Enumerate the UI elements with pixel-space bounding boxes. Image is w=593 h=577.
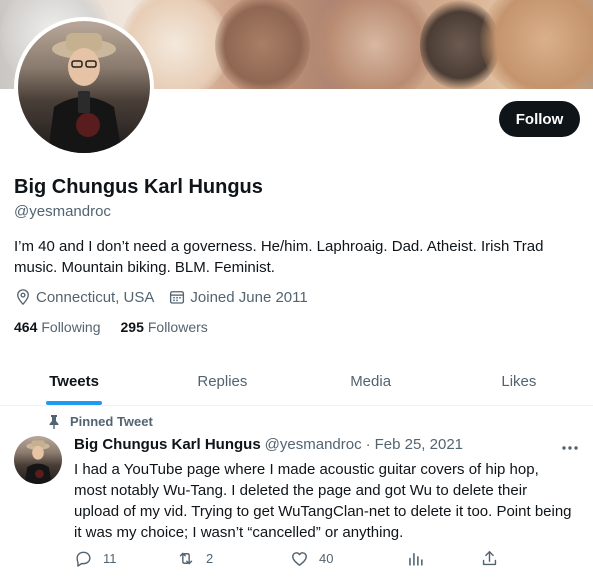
analytics-button[interactable] xyxy=(406,549,435,568)
following-label: Following xyxy=(41,319,101,335)
location-text: Connecticut, USA xyxy=(36,288,155,306)
like-count: 40 xyxy=(319,551,334,566)
active-tab-indicator xyxy=(46,401,103,405)
profile-avatar[interactable] xyxy=(14,17,154,157)
retweet-count: 2 xyxy=(206,551,214,566)
tweet-author-handle[interactable]: @yesmandroc xyxy=(265,436,362,453)
tab-media[interactable]: Media xyxy=(297,357,445,405)
tweet-actions: 11 2 40 xyxy=(74,549,574,571)
retweet-button[interactable]: 2 xyxy=(176,549,213,568)
avatar-figure xyxy=(48,33,122,153)
tweet-date[interactable]: Feb 25, 2021 xyxy=(375,436,463,453)
tab-tweets[interactable]: Tweets xyxy=(0,357,148,405)
calendar-icon xyxy=(170,291,185,304)
tweet-separator: · xyxy=(365,436,371,453)
profile-location: Connecticut, USA xyxy=(14,288,154,306)
location-pin-icon xyxy=(17,289,29,306)
avatar-figure xyxy=(24,440,52,484)
retweet-icon xyxy=(179,552,193,565)
followers-count: 295 xyxy=(120,319,144,335)
profile-tabs: Tweets Replies Media Likes xyxy=(0,357,593,406)
reply-button[interactable]: 11 xyxy=(74,549,117,568)
tab-media-label: Media xyxy=(350,372,392,390)
tweet-author-name[interactable]: Big Chungus Karl Hungus xyxy=(74,436,261,453)
avatar-photo xyxy=(18,21,150,153)
joined-text: Joined June 2011 xyxy=(190,288,308,306)
followers-label: Followers xyxy=(147,319,208,335)
share-button[interactable] xyxy=(480,549,509,568)
reply-bubble-icon xyxy=(76,551,91,567)
profile-joined: Joined June 2011 xyxy=(168,288,308,306)
profile-display-name: Big Chungus Karl Hungus xyxy=(14,176,263,198)
profile-bio: I’m 40 and I don’t need a governess. He/… xyxy=(14,238,544,276)
more-horizontal-icon xyxy=(562,446,578,450)
profile-meta: Connecticut, USA Joined June 2011 xyxy=(14,288,322,306)
following-count: 464 xyxy=(14,319,38,335)
tweet-text: I had a YouTube page where I made acoust… xyxy=(74,461,572,541)
tab-tweets-label: Tweets xyxy=(49,372,99,390)
tweet-author-avatar[interactable] xyxy=(14,436,62,484)
tab-likes[interactable]: Likes xyxy=(445,357,593,405)
tab-replies-label: Replies xyxy=(197,372,248,390)
pinned-tweet-indicator: Pinned Tweet xyxy=(48,414,153,429)
analytics-bars-icon xyxy=(409,552,423,566)
like-button[interactable]: 40 xyxy=(290,549,333,568)
reply-count: 11 xyxy=(103,551,117,566)
pin-icon xyxy=(49,414,59,429)
share-icon xyxy=(482,551,497,566)
heart-icon xyxy=(292,552,307,566)
follow-button[interactable]: Follow xyxy=(499,101,580,137)
pinned-label: Pinned Tweet xyxy=(70,414,153,429)
followers-link[interactable]: 295 Followers xyxy=(121,319,208,335)
tab-likes-label: Likes xyxy=(501,372,537,390)
following-link[interactable]: 464 Following xyxy=(14,319,101,335)
follow-counts: 464 Following 295 Followers xyxy=(14,319,228,335)
tab-replies[interactable]: Replies xyxy=(148,357,296,405)
profile-handle: @yesmandroc xyxy=(14,203,111,220)
tweet-header: Big Chungus Karl Hungus @yesmandroc · Fe… xyxy=(74,436,463,453)
